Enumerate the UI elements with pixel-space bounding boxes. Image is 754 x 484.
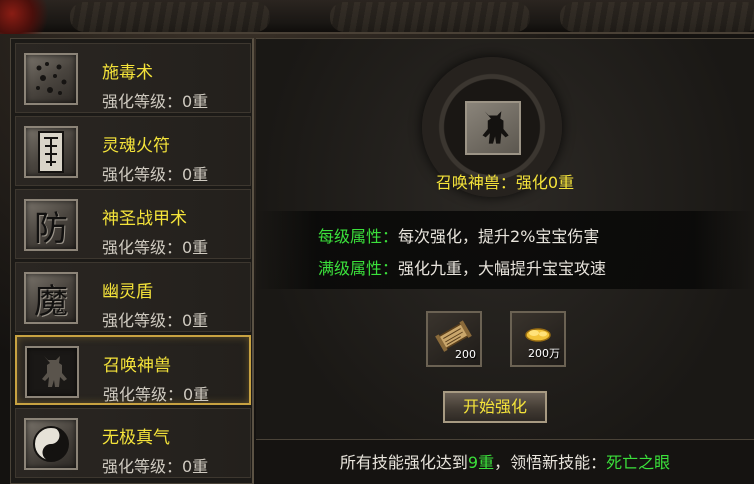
skill-level: 强化等级：0重 xyxy=(102,165,209,184)
attribute-value: 强化九重，大幅提升宝宝攻速 xyxy=(398,259,607,278)
skill-item-wuji-qi[interactable]: 无极真气 强化等级：0重 xyxy=(15,408,251,478)
attribute-value: 每次强化，提升2%宝宝伤害 xyxy=(398,227,600,246)
defense-glyph-icon: 防 xyxy=(24,199,78,251)
attribute-band: 每级属性：每次强化，提升2%宝宝伤害 满级属性：强化九重，大幅提升宝宝攻速 xyxy=(256,211,754,289)
dragon-ornament xyxy=(330,2,530,32)
skill-name: 灵魂火符 xyxy=(102,136,170,156)
skill-name: 神圣战甲术 xyxy=(102,209,187,229)
hint-middle: ，领悟新技能： xyxy=(494,453,607,472)
skill-level: 强化等级：0重 xyxy=(102,457,209,476)
skill-item-ghost-shield[interactable]: 魔 幽灵盾 强化等级：0重 xyxy=(15,262,251,332)
hint-skill: 死亡之眼 xyxy=(606,453,671,472)
attribute-key: 每级属性： xyxy=(318,227,399,246)
start-enhance-button[interactable]: 开始强化 xyxy=(443,391,547,423)
skill-name: 召唤神兽 xyxy=(103,356,171,376)
skill-name: 施毒术 xyxy=(102,63,153,83)
skill-item-summon-beast[interactable]: 召唤神兽 强化等级：0重 xyxy=(15,335,251,405)
skill-level: 强化等级：0重 xyxy=(102,238,209,257)
skill-name: 无极真气 xyxy=(102,428,170,448)
hint-prefix: 所有技能强化达到 xyxy=(339,453,468,472)
enhance-hint: 所有技能强化达到9重，领悟新技能：死亡之眼 xyxy=(256,439,754,484)
cost-amount: 200万 xyxy=(528,347,560,360)
hint-level: 9重 xyxy=(467,453,495,472)
skill-item-soul-talisman[interactable]: 灵魂火符 强化等级：0重 xyxy=(15,116,251,186)
skill-level: 强化等级：0重 xyxy=(103,385,210,404)
skill-name: 幽灵盾 xyxy=(102,282,153,302)
dragon-ornament xyxy=(70,2,270,32)
skill-level: 强化等级：0重 xyxy=(102,311,209,330)
beast-icon xyxy=(465,101,521,155)
poison-dots-icon xyxy=(24,53,78,105)
attribute-key: 满级属性： xyxy=(318,259,399,278)
yin-yang-icon xyxy=(24,418,78,470)
max-level-attribute: 满级属性：强化九重，大幅提升宝宝攻速 xyxy=(318,255,606,279)
talisman-icon xyxy=(24,126,78,178)
cost-item-scroll[interactable]: 200 xyxy=(426,311,482,367)
demon-glyph-icon: 魔 xyxy=(24,272,78,324)
cost-amount: 200 xyxy=(455,348,476,361)
skill-list: 施毒术 强化等级：0重 灵魂火符 强化等级：0重 防 神圣战甲术 强化等级：0重… xyxy=(10,38,254,484)
per-level-attribute: 每级属性：每次强化，提升2%宝宝伤害 xyxy=(318,223,599,247)
enhance-window: 施毒术 强化等级：0重 灵魂火符 强化等级：0重 防 神圣战甲术 强化等级：0重… xyxy=(0,0,754,484)
skill-level: 强化等级：0重 xyxy=(102,92,209,111)
cost-item-gold[interactable]: 200万 xyxy=(510,311,566,367)
skill-item-holy-armor[interactable]: 防 神圣战甲术 强化等级：0重 xyxy=(15,189,251,259)
skill-title: 召唤神兽：强化0重 xyxy=(435,173,575,192)
dragon-ornament xyxy=(560,2,754,32)
beast-icon xyxy=(25,346,79,398)
top-ornament xyxy=(0,0,754,34)
skill-item-poison[interactable]: 施毒术 强化等级：0重 xyxy=(15,43,251,113)
skill-detail-panel: 召唤神兽：强化0重 每级属性：每次强化，提升2%宝宝伤害 满级属性：强化九重，大… xyxy=(256,38,754,484)
